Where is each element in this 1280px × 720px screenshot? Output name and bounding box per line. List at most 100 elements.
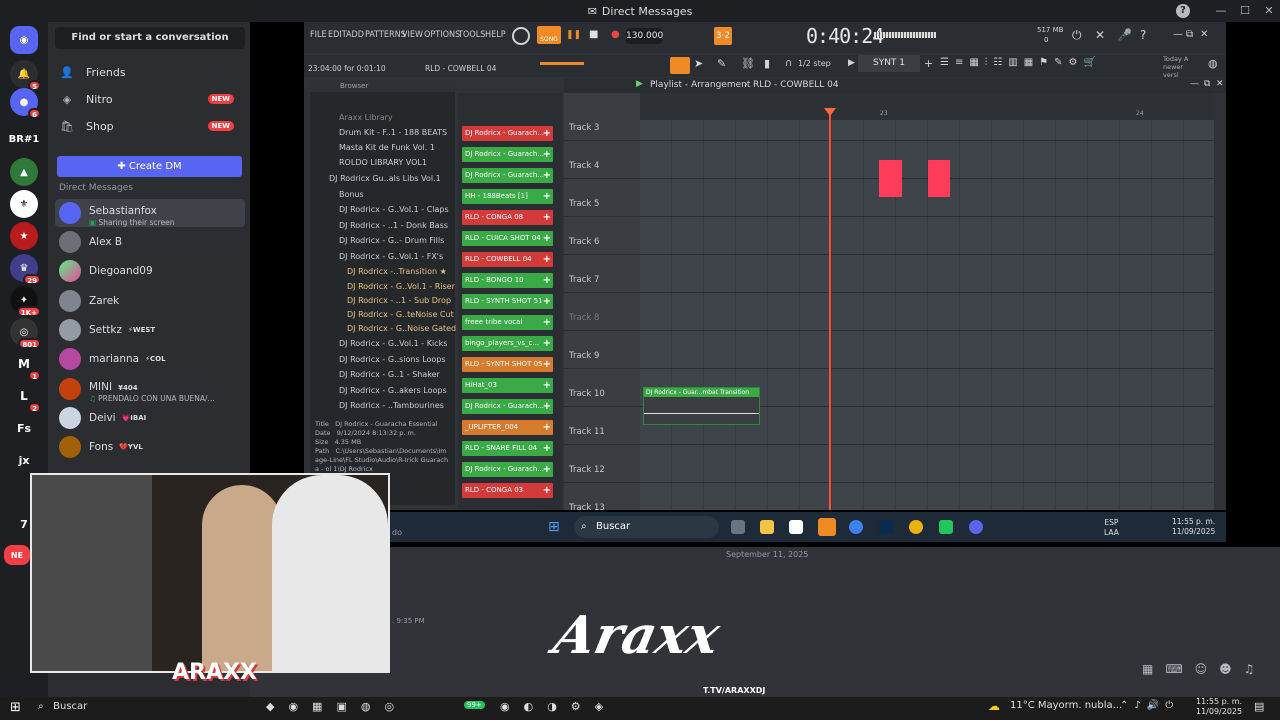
help-icon[interactable]: ? [1140,28,1146,42]
playlist-restore[interactable]: ⧉ [1204,79,1210,89]
plus-icon[interactable]: + [543,441,551,456]
record-icon[interactable]: ● [611,29,620,40]
help-icon[interactable]: ? [1176,4,1190,18]
menu-patterns[interactable]: PATTERNS [365,30,406,40]
dm-item[interactable]: Fons 💔YVL [55,433,245,461]
track-label[interactable]: Track 5 [569,199,599,209]
plus-icon[interactable]: + [543,336,551,351]
tempo-display[interactable]: 130.000 [626,28,663,44]
channel-button[interactable]: DJ Rodricx - Guarach... + [462,126,553,141]
windows-start-icon[interactable]: ⊞ [548,519,560,535]
browser-folder[interactable]: Masta Kit de Funk Vol. 1 [339,143,435,152]
link-icon[interactable]: ⛓ [741,57,755,70]
plus-icon[interactable]: + [543,420,551,435]
discord-home-icon[interactable]: ◉ [10,26,38,54]
taskbar-search[interactable]: ⌕ Buscar [38,697,87,717]
menu-options[interactable]: OPTIONS [424,30,460,40]
menu-add[interactable]: ADD [346,30,364,40]
plus-icon[interactable]: + [543,210,551,225]
taskbar-app-icons[interactable]: ◆◉▦▣◍◎ [266,700,408,713]
weather-text[interactable]: 11°C Mayorm. nubla... [1010,700,1122,711]
discord-icon[interactable] [969,520,983,534]
plus-icon[interactable]: + [543,315,551,330]
nav-nitro[interactable]: ◈ Nitro NEW [60,88,240,110]
store-icon[interactable] [789,520,803,534]
channel-button[interactable]: RLD - BONGO 10 + [462,273,553,288]
streamer-search-box[interactable]: ⌕ Buscar [574,516,719,538]
fl-minimize-button[interactable]: — [1173,29,1183,40]
server-br1[interactable]: BR#1 [9,125,39,153]
browser-folder[interactable]: ROLDO LIBRARY VOL1 [339,158,427,167]
server-icon[interactable]: ★ [10,222,38,250]
dm-item[interactable]: Sebastianfox ▣ Sharing their screen [55,199,245,227]
track-label[interactable]: Track 8 [569,313,599,323]
find-conversation-input[interactable]: Find or start a conversation [55,27,245,49]
metronome-icon[interactable]: 3·2 [714,27,732,45]
dm-item[interactable]: MINI ¥404 ♫ PRENDALO CON UNA BUENA/... [55,375,245,403]
plus-icon[interactable]: + [543,189,551,204]
fl-restore-button[interactable]: ⧉ [1186,29,1193,40]
pencil-icon[interactable]: ✎ [717,57,726,70]
track-label[interactable]: Track 11 [569,427,605,437]
dm-item[interactable]: Settkz ⚡WEST [55,316,245,344]
browser-folder[interactable]: DJ Rodricx - G..Noise Gated [347,324,456,333]
channel-button[interactable]: freee tribe vocal + [462,315,553,330]
maximize-button[interactable]: ☐ [1232,0,1258,22]
channel-button[interactable]: DJ Rodricx - Guarach... + [462,399,553,414]
plus-icon[interactable]: + [543,168,551,183]
server-l[interactable]: L2 [10,382,41,413]
track-label[interactable]: Track 12 [569,465,605,475]
dm-item[interactable]: marianna ⚡COL [55,345,245,373]
channel-button[interactable]: RLD - CUICA SHOT 04 + [462,231,553,246]
channel-button[interactable]: RLD - SNARE FILL 04 + [462,441,553,456]
browser-folder[interactable]: DJ Rodricx - G..Vol.1 - Claps [339,205,449,214]
dm-item[interactable]: Alex B [55,228,245,256]
audio-clip[interactable]: DJ Rodricx - Guar...mbat Transition [643,387,760,425]
chrome-icon[interactable] [909,520,923,534]
server-icon[interactable]: ⚜ [10,190,38,218]
power-icon[interactable]: ⏻ [1072,28,1082,43]
track-label[interactable]: Track 9 [569,351,599,361]
browser-folder[interactable]: DJ Rodricx Gu..als Libs Vol.1 [329,174,441,183]
master-volume-slider[interactable] [540,62,584,65]
track-label[interactable]: Track 4 [569,161,599,171]
server-jx[interactable]: jx [10,446,38,474]
playhead-triangle-icon[interactable] [824,108,836,116]
magnet-icon[interactable]: ∩ [785,58,792,69]
create-dm-button[interactable]: ✚ Create DM [57,156,242,177]
fl-close-button[interactable]: ✕ [1200,29,1208,40]
channel-button[interactable]: RLD - CONGA 03 + [462,483,553,498]
plus-icon[interactable]: + [543,357,551,372]
server-icon[interactable]: ✦ 1K+ [10,286,41,317]
globe-icon[interactable]: ◍ [1208,57,1218,70]
browser-folder[interactable]: DJ Rodricx - G..- Drum Fills [339,236,444,245]
track-label[interactable]: Track 7 [569,275,599,285]
server-icon[interactable]: ◎ 801 [10,318,41,349]
browser-folder[interactable]: Bonus [339,190,364,199]
app-icon[interactable] [939,520,953,534]
plus-icon[interactable]: + [543,147,551,162]
browser-folder[interactable]: DJ Rodricx - G..Vol.1 - Kicks [339,339,447,348]
server-icon[interactable]: ▲ [10,158,38,186]
taskbar-app-icons-2[interactable]: ◉◐◑⚙◈ [500,700,617,713]
channel-button[interactable]: DJ Rodricx - Guarach... + [462,147,553,162]
browser-folder[interactable]: Araxx Library [339,113,393,122]
timeline-ruler[interactable]: 23 24 [640,93,1214,120]
menu-help[interactable]: HELP [485,30,506,40]
language-indicator[interactable]: ESP LAA [1104,518,1119,538]
instrument-select[interactable]: SYNT 1 [858,55,920,72]
song-mode-button[interactable]: SONG [537,26,561,44]
plus-icon[interactable]: + [543,483,551,498]
server-fs[interactable]: Fs [10,414,38,442]
file-explorer-icon[interactable] [760,520,774,534]
dm-item[interactable]: Diegoand09 [55,257,245,285]
stamp-icon[interactable]: ▮ [764,57,770,70]
menu-file[interactable]: FILE [310,30,327,40]
server-icon[interactable]: ♛ 29 [10,254,41,285]
plus-icon[interactable]: + [924,57,933,70]
taskbar-clock[interactable]: 11:55 p. m. 11/09/2025 [1196,697,1242,717]
server-icon[interactable]: ● 6 [10,88,41,119]
menu-tools[interactable]: TOOLS [458,30,485,40]
chevron-right-icon[interactable]: ▶ [848,58,855,68]
dm-item[interactable]: Deivi 💗IBAI [55,404,245,432]
